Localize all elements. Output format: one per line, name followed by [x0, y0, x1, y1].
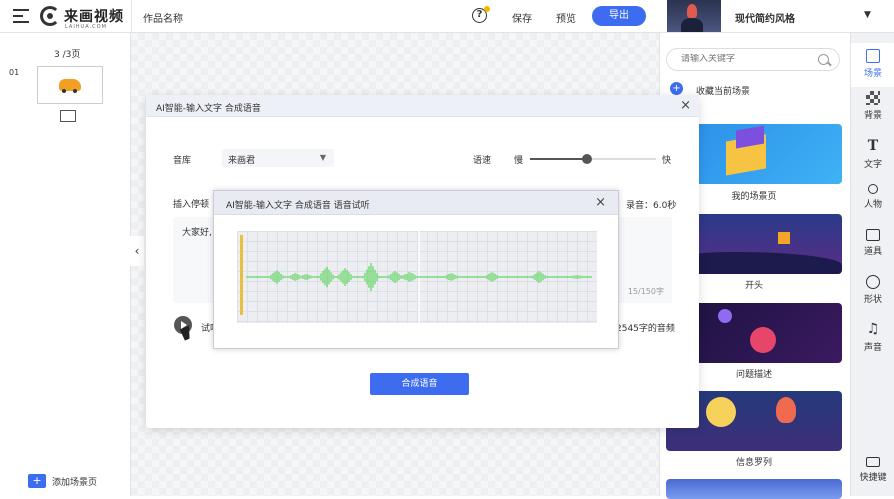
search-input[interactable] — [681, 54, 811, 64]
tab-label: 场景 — [863, 69, 882, 79]
synthesize-button[interactable]: 合成语音 — [370, 373, 469, 395]
slider-handle[interactable] — [581, 154, 592, 164]
cursor-icon — [179, 325, 195, 341]
sound-icon: ♫ — [866, 321, 880, 337]
tab-text[interactable]: T 文字 — [851, 132, 894, 176]
close-icon[interactable]: × — [595, 195, 606, 210]
search-icon[interactable] — [818, 54, 829, 65]
page-list-panel: 3 /3页 01 + 添加场景页 — [0, 33, 131, 496]
chevron-down-icon[interactable]: ▼ — [864, 10, 871, 20]
save-button[interactable]: 保存 — [512, 10, 532, 25]
tab-shape[interactable]: 形状 — [851, 269, 894, 313]
preview-button[interactable]: 预览 — [556, 10, 576, 25]
scene-card[interactable] — [666, 479, 842, 499]
logo-subtext: LAIHUA.COM — [65, 24, 107, 30]
speed-slider[interactable] — [530, 154, 656, 164]
style-name[interactable]: 现代简约风格 — [735, 10, 795, 25]
plus-icon: + — [28, 474, 46, 488]
chevron-down-icon: ▼ — [319, 153, 326, 162]
fast-label: 快 — [662, 156, 672, 166]
collect-scene-label[interactable]: 收藏当前场景 — [696, 84, 750, 97]
dialog-title: AI智能-输入文字 合成语音 语音试听 — [226, 201, 370, 211]
dialog-header: AI智能-输入文字 合成语音 × — [146, 95, 699, 117]
tab-label: 形状 — [863, 295, 882, 305]
category-tab-bar: 场景 背景 T 文字 人物 道具 形状 ♫ 声音 快捷键 — [850, 33, 894, 496]
scene-icon — [866, 49, 880, 63]
page-number: 01 — [9, 68, 20, 77]
recording-duration: 录音：6.0秒 — [626, 201, 677, 211]
waveform-display[interactable] — [237, 231, 597, 323]
slider-fill — [530, 158, 587, 160]
waveform-chart — [240, 231, 592, 323]
shape-icon — [866, 275, 880, 289]
export-button[interactable]: 导出 — [592, 6, 646, 26]
tab-label: 声音 — [863, 343, 882, 353]
style-thumbnail[interactable] — [667, 0, 721, 32]
top-bar: 来画视频 LAIHUA.COM 作品名称 ? 保存 预览 导出 现代简约风格 ▼ — [0, 0, 894, 33]
text-icon: T — [867, 138, 879, 154]
logo-text: 来画视频 — [64, 9, 124, 25]
text-value: 大家好, — [182, 228, 212, 238]
car-icon — [59, 79, 81, 93]
work-name[interactable]: 作品名称 — [143, 10, 183, 25]
tab-scene[interactable]: 场景 — [851, 43, 894, 87]
tab-person[interactable]: 人物 — [851, 178, 894, 222]
audio-note: 2545字的音频 — [616, 324, 675, 334]
speed-label: 语速 — [473, 156, 492, 166]
tool-icon — [866, 229, 880, 241]
page-thumbnail[interactable] — [37, 66, 103, 104]
add-scene-label: 添加场景页 — [52, 478, 98, 488]
add-icon[interactable]: + — [670, 82, 683, 95]
page-count: 3 /3页 — [54, 50, 81, 60]
start-marker — [240, 235, 243, 315]
page-action-icon[interactable] — [60, 110, 76, 122]
voice-library-select[interactable]: 来画君 ▼ — [222, 149, 334, 167]
tab-tools[interactable]: 道具 — [851, 223, 894, 267]
voice-library-value: 来画君 — [228, 156, 256, 166]
slow-label: 慢 — [514, 156, 524, 166]
tab-sound[interactable]: ♫ 声音 — [851, 315, 894, 359]
search-box[interactable] — [666, 48, 840, 71]
tab-label: 快捷键 — [859, 473, 887, 483]
tab-background[interactable]: 背景 — [851, 85, 894, 129]
keyboard-icon — [866, 457, 880, 467]
char-count: 15/150字 — [627, 287, 664, 296]
help-icon[interactable]: ? — [472, 6, 490, 23]
audio-preview-dialog: AI智能-输入文字 合成语音 语音试听 × — [213, 190, 619, 349]
person-icon — [868, 184, 878, 194]
tab-label: 人物 — [863, 200, 882, 210]
background-icon — [866, 91, 880, 105]
tab-label: 背景 — [863, 111, 882, 121]
dialog-header: AI智能-输入文字 合成语音 语音试听 × — [214, 191, 618, 215]
close-icon[interactable]: × — [680, 98, 691, 113]
logo-icon — [40, 6, 60, 26]
scene-label: 信息罗列 — [735, 458, 772, 468]
tab-shortcuts[interactable]: 快捷键 — [851, 451, 894, 495]
menu-icon[interactable] — [13, 9, 29, 23]
chevron-left-icon[interactable]: ‹ — [130, 236, 144, 266]
tab-label: 道具 — [863, 247, 882, 257]
insert-pause-button[interactable]: 插入停顿 — [173, 197, 209, 210]
voice-library-label: 音库 — [173, 156, 192, 166]
divider — [131, 0, 132, 33]
dialog-title: AI智能-输入文字 合成语音 — [156, 104, 261, 114]
tab-label: 文字 — [863, 160, 882, 170]
